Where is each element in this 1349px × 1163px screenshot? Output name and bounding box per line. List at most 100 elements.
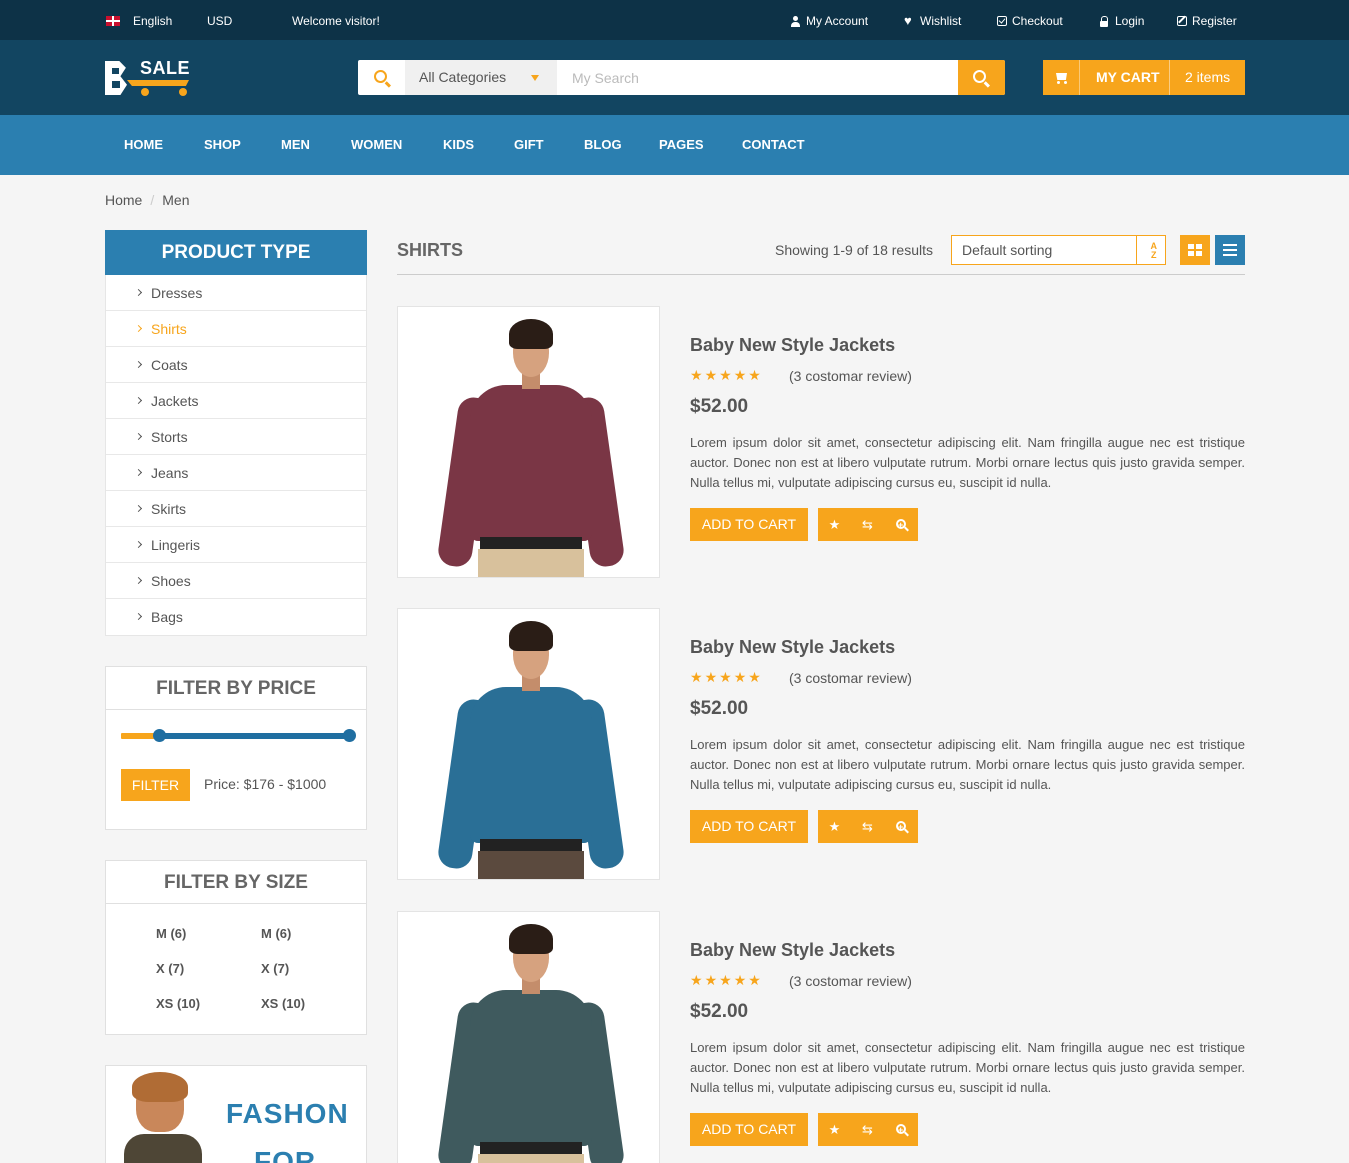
product-type-item[interactable]: Lingeris [106,527,366,563]
search-bar: All Categories [358,60,1005,95]
compare-button[interactable]: ⇆ [851,810,884,843]
quick-view-button[interactable] [885,1113,918,1147]
wishlist-button[interactable]: ★ [818,810,851,843]
product-title[interactable]: Baby New Style Jackets [690,940,895,961]
fashion-banner[interactable]: FASHON FOR [105,1065,367,1163]
category-select-value: All Categories [419,69,507,85]
logo[interactable]: SALE [105,58,191,98]
product-type-item[interactable]: Dresses [106,275,366,311]
grid-view-button[interactable] [1180,235,1210,265]
size-option[interactable]: XS (10) [156,996,200,1011]
product-photo-shirt [470,385,592,541]
price-slider-min-handle[interactable] [153,729,166,742]
register-label: Register [1192,14,1237,28]
language-selector[interactable]: English [106,14,172,28]
banner-heading-line2: FOR [254,1146,317,1163]
price-slider-max-handle[interactable] [343,729,356,742]
checkout-link[interactable]: Checkout [997,14,1063,28]
login-link[interactable]: Login [1099,14,1144,28]
product-photo [398,912,659,1163]
user-icon [790,15,801,27]
product-type-item[interactable]: Jackets [106,383,366,419]
search-icon [973,70,986,83]
cart-button[interactable]: MY CART 2 items [1043,60,1245,95]
my-account-link[interactable]: My Account [790,14,868,28]
product-image[interactable] [397,911,660,1163]
quick-view-button[interactable] [885,810,918,844]
price-slider[interactable] [121,729,356,742]
add-to-cart-button[interactable]: ADD TO CART [690,1113,808,1146]
search-prefix [358,60,405,95]
nav-kids[interactable]: KIDS [443,137,474,152]
product-description: Lorem ipsum dolor sit amet, consectetur … [690,1040,1245,1095]
product-photo-hair [509,924,553,954]
star-icon: ★ [828,517,841,532]
nav-women[interactable]: WOMEN [351,137,402,152]
divider [397,274,1245,275]
star-icon: ★ [828,1122,841,1137]
size-option[interactable]: X (7) [156,961,184,976]
heart-icon [904,13,915,28]
chevron-right-icon [134,468,143,477]
quick-view-button[interactable] [885,508,918,542]
add-to-cart-button[interactable]: ADD TO CART [690,810,808,843]
chevron-right-icon [134,432,143,441]
product-title[interactable]: Baby New Style Jackets [690,637,895,658]
nav-shop[interactable]: SHOP [204,137,241,152]
register-link[interactable]: Register [1177,14,1237,28]
product-type-item[interactable]: Coats [106,347,366,383]
chevron-right-icon [134,324,143,333]
list-view-button[interactable] [1215,235,1245,265]
nav-blog[interactable]: BLOG [584,137,622,152]
product-type-item[interactable]: Shoes [106,563,366,599]
wishlist-button[interactable]: ★ [818,508,851,541]
sort-select[interactable]: Default sorting AZ [951,235,1166,265]
currency-selector[interactable]: USD [207,14,232,28]
filter-button[interactable]: FILTER [121,769,190,801]
product-type-item[interactable]: Jeans [106,455,366,491]
product-image[interactable] [397,608,660,880]
search-button[interactable] [958,60,1005,95]
product-type-label: Jackets [151,393,199,409]
review-count[interactable]: (3 costomar review) [789,670,912,686]
size-option[interactable]: M (6) [261,926,291,941]
product-type-item[interactable]: Skirts [106,491,366,527]
size-option[interactable]: XS (10) [261,996,305,1011]
logo-wheel [141,88,149,96]
star-icon: ★ [719,972,734,988]
compare-button[interactable]: ⇆ [851,1113,884,1146]
search-input[interactable] [557,60,957,95]
breadcrumb-home[interactable]: Home [105,192,142,208]
nav-home[interactable]: HOME [124,137,163,152]
size-option[interactable]: X (7) [261,961,289,976]
product-image[interactable] [397,306,660,578]
star-icon: ★ [733,972,749,988]
product-photo-belt [480,839,582,851]
nav-pages[interactable]: PAGES [659,137,704,152]
product-type-label: Storts [151,429,188,445]
main-nav: HOME SHOP MEN WOMEN KIDS GIFT BLOG PAGES… [0,115,1349,175]
product-type-item[interactable]: Bags [106,599,366,635]
add-to-cart-button[interactable]: ADD TO CART [690,508,808,541]
product-title[interactable]: Baby New Style Jackets [690,335,895,356]
review-count[interactable]: (3 costomar review) [789,368,912,384]
nav-men[interactable]: MEN [281,137,310,152]
product-type-item[interactable]: Storts [106,419,366,455]
review-count[interactable]: (3 costomar review) [789,973,912,989]
nav-gift[interactable]: GIFT [514,137,544,152]
wishlist-button[interactable]: ★ [818,1113,851,1146]
wishlist-link[interactable]: Wishlist [904,13,961,29]
breadcrumb: Home / Men [105,192,189,208]
nav-contact[interactable]: CONTACT [742,137,805,152]
star-icon: ★ [690,972,705,988]
price-range-label: Price: $176 - $1000 [204,776,327,792]
results-count: Showing 1-9 of 18 results [775,242,933,258]
cart-label: MY CART [1096,69,1160,85]
category-select[interactable]: All Categories [405,60,557,95]
size-option[interactable]: M (6) [156,926,186,941]
cart-count: 2 items [1185,69,1231,85]
product-type-item[interactable]: Shirts [106,311,366,347]
banner-kid-image [124,1134,202,1163]
compare-button[interactable]: ⇆ [851,508,884,541]
product-type-label: Coats [151,357,188,373]
